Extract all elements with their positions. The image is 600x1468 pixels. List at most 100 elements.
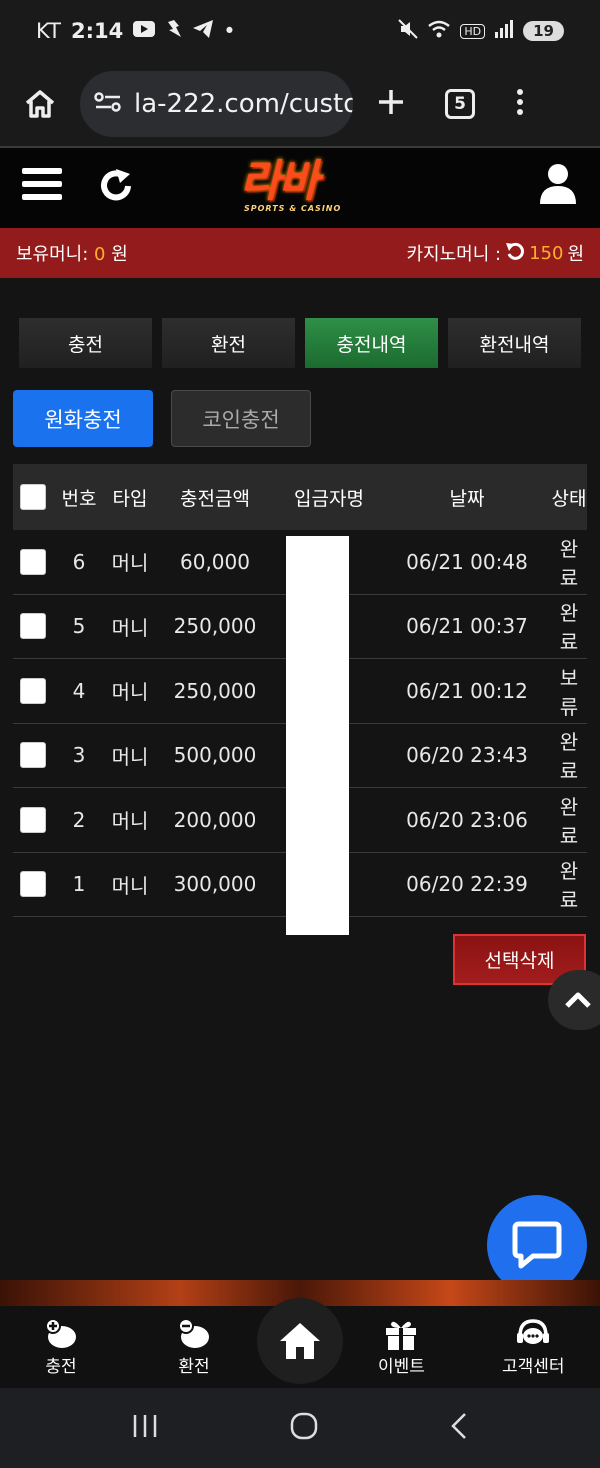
row-amount: 500,000 [173, 743, 257, 768]
row-amount: 60,000 [180, 549, 250, 574]
mute-icon [398, 18, 419, 44]
status-bar: KT 2:14 • HD 19 [0, 0, 600, 62]
row-number: 6 [72, 549, 86, 574]
site-header: 라바 SPORTS & CASINO [0, 148, 600, 228]
row-date: 06/21 00:48 [406, 549, 528, 574]
more-vert-icon [517, 89, 523, 115]
nav-event[interactable]: 이벤트 [378, 1318, 425, 1377]
header-depositor: 입금자명 [294, 487, 364, 510]
system-navigation-bar [0, 1388, 600, 1468]
main-tabs: 충전 환전 충전내역 환전내역 [19, 318, 581, 368]
site-settings-icon[interactable] [94, 91, 122, 117]
piggy-plus-icon [45, 1318, 76, 1348]
subtab-krw-deposit[interactable]: 원화충전 [13, 390, 153, 447]
row-amount: 300,000 [173, 872, 257, 897]
row-number: 5 [72, 614, 86, 639]
row-number: 3 [72, 743, 86, 768]
battery-indicator: 19 [523, 21, 564, 41]
refresh-icon[interactable] [98, 166, 134, 210]
row-number: 1 [72, 872, 86, 897]
money-bar: 보유머니: 0 원 카지노머니 : 150 원 [0, 228, 600, 278]
header-status: 상태 [551, 487, 587, 510]
tab-deposit[interactable]: 충전 [19, 318, 152, 368]
row-type: 머니 [111, 873, 149, 898]
piggy-minus-icon [178, 1318, 209, 1348]
row-type: 머니 [111, 615, 149, 640]
select-all-checkbox[interactable] [20, 484, 46, 510]
row-checkbox[interactable] [20, 548, 46, 575]
row-status: 완료 [559, 794, 579, 848]
browser-toolbar: la-222.com/custo 5 [0, 62, 600, 146]
redaction-box [286, 536, 349, 935]
header-date: 날짜 [449, 487, 485, 510]
home-icon [280, 1323, 320, 1359]
gift-icon [386, 1321, 417, 1350]
row-status: 보류 [559, 665, 579, 719]
row-status: 완료 [559, 536, 579, 590]
user-icon[interactable] [538, 162, 578, 208]
row-amount: 250,000 [173, 614, 257, 639]
row-number: 4 [72, 678, 86, 703]
row-number: 2 [72, 807, 86, 832]
wifi-icon [427, 20, 451, 43]
system-home-icon[interactable] [289, 1411, 319, 1445]
chevron-up-icon [565, 992, 591, 1008]
row-status: 완료 [559, 859, 579, 913]
row-checkbox[interactable] [20, 742, 46, 769]
row-date: 06/21 00:12 [406, 678, 528, 703]
headset-icon [517, 1319, 550, 1344]
row-status: 완료 [559, 601, 579, 655]
row-checkbox[interactable] [20, 677, 46, 704]
nav-withdraw[interactable]: 환전 [177, 1318, 211, 1377]
signal-icon [494, 19, 514, 43]
browser-menu-button[interactable] [515, 88, 525, 120]
casino-refresh-icon[interactable] [505, 241, 525, 266]
tab-withdraw[interactable]: 환전 [162, 318, 295, 368]
nav-deposit[interactable]: 충전 [44, 1318, 78, 1377]
nav-home[interactable] [257, 1298, 343, 1384]
hamburger-menu-icon[interactable] [22, 168, 62, 204]
row-amount: 200,000 [173, 807, 257, 832]
clock: 2:14 [70, 19, 124, 43]
tab-withdraw-history[interactable]: 환전내역 [448, 318, 581, 368]
row-checkbox[interactable] [20, 871, 46, 898]
bottom-nav: 충전 환전 이벤트 고객센터 [0, 1298, 600, 1388]
site-logo[interactable]: 라바 SPORTS & CASINO [240, 160, 368, 222]
home-icon [25, 90, 55, 118]
nav-customer-center[interactable]: 고객센터 [502, 1318, 565, 1377]
telegram-icon [193, 19, 214, 43]
subtab-coin-deposit[interactable]: 코인충전 [171, 390, 311, 447]
sub-tabs: 원화충전 코인충전 [13, 390, 311, 447]
row-type: 머니 [111, 680, 149, 705]
row-checkbox[interactable] [20, 806, 46, 833]
holding-money: 보유머니: 0 원 [16, 244, 128, 265]
url-text[interactable]: la-222.com/custo [134, 89, 353, 119]
carrier-label: KT [36, 19, 61, 43]
row-type: 머니 [111, 809, 149, 834]
row-type: 머니 [111, 551, 149, 576]
url-bar[interactable]: la-222.com/custo [80, 71, 353, 137]
new-tab-button[interactable] [377, 88, 405, 120]
row-type: 머니 [111, 744, 149, 769]
hd-label: HD [460, 23, 486, 39]
header-type: 타입 [112, 487, 148, 510]
youtube-icon [133, 20, 156, 42]
app-notification-icon [165, 19, 183, 44]
recent-apps-icon[interactable] [131, 1413, 159, 1443]
system-back-icon[interactable] [449, 1411, 469, 1445]
row-date: 06/21 00:37 [406, 614, 528, 639]
row-date: 06/20 23:06 [406, 807, 528, 832]
browser-home-button[interactable] [0, 89, 80, 119]
row-date: 06/20 23:43 [406, 743, 528, 768]
table-header: 번호 타입 충전금액 입금자명 날짜 상태 [13, 464, 587, 530]
row-status: 완료 [559, 730, 579, 784]
tab-deposit-history[interactable]: 충전내역 [305, 318, 438, 368]
scroll-to-top-button[interactable] [548, 970, 600, 1030]
header-amount: 충전금액 [180, 487, 250, 510]
row-date: 06/20 22:39 [406, 872, 528, 897]
row-checkbox[interactable] [20, 613, 46, 640]
plus-icon [379, 90, 403, 114]
notification-dot: • [223, 19, 236, 43]
tab-switcher-button[interactable]: 5 [445, 89, 475, 119]
chat-bubble-icon [512, 1221, 562, 1269]
